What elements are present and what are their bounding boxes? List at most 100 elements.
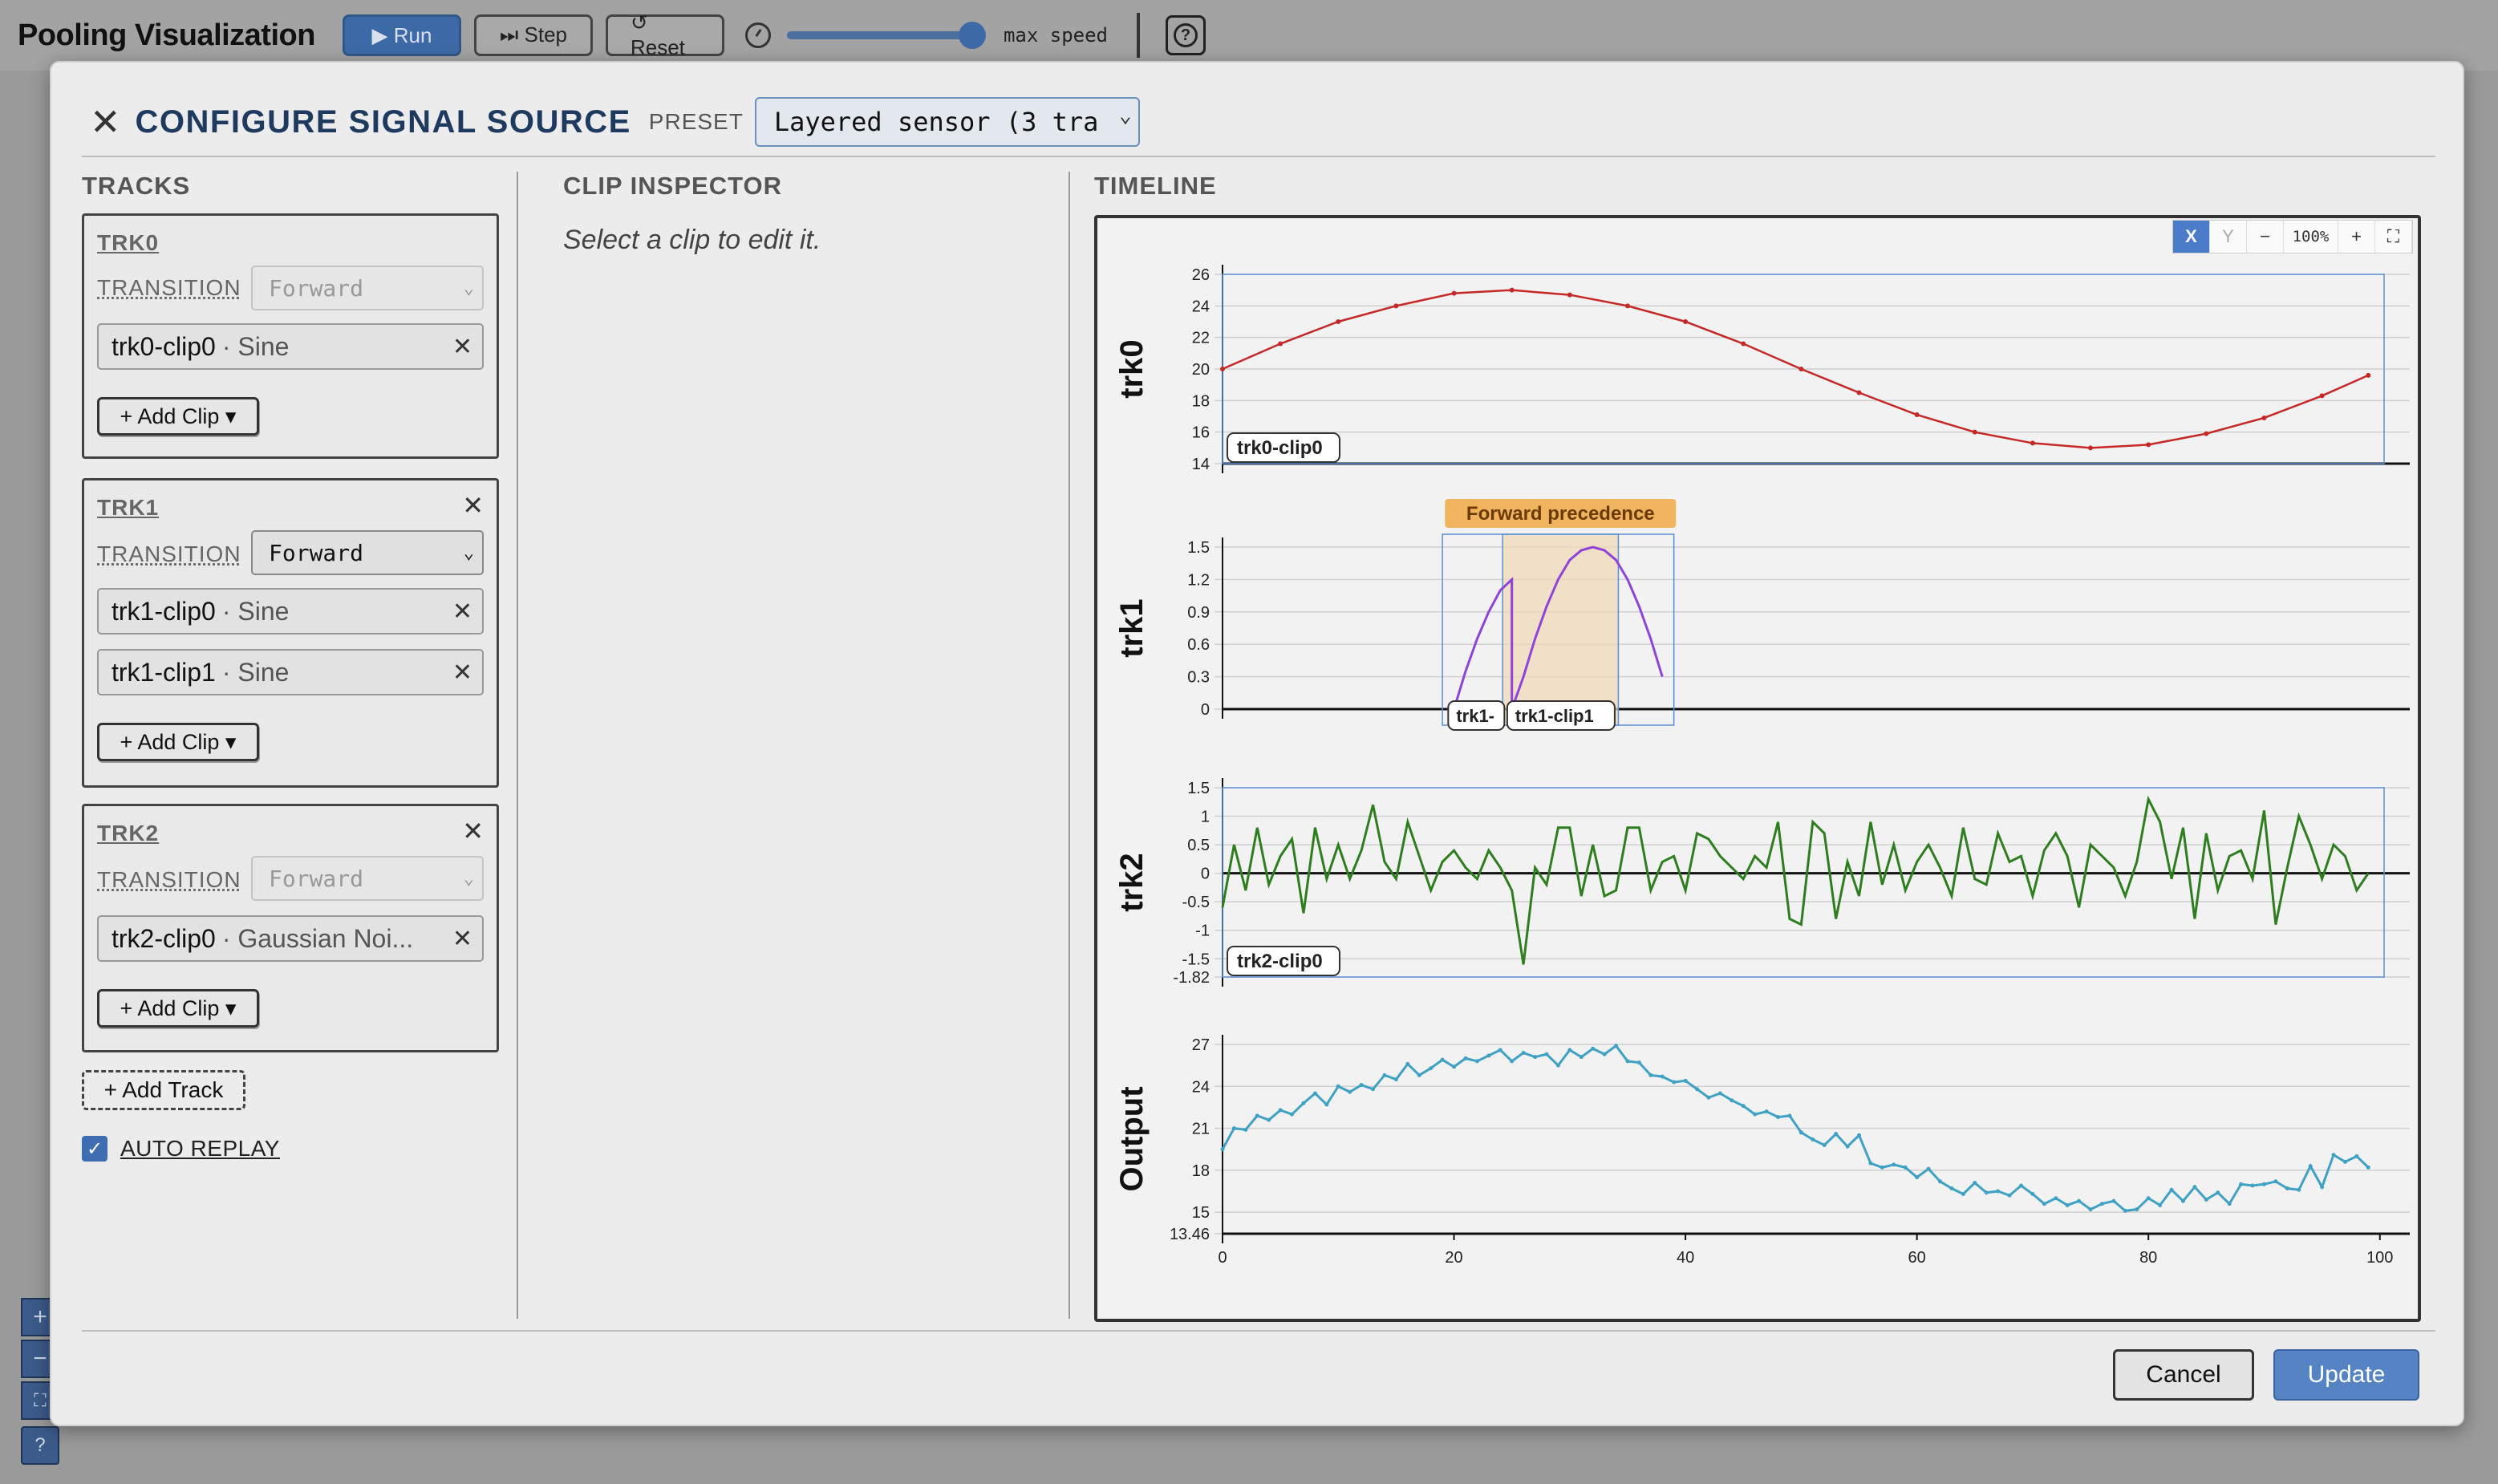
data-point xyxy=(2239,1182,2244,1186)
clip-item[interactable]: trk0-clip0 · Sine ✕ xyxy=(97,323,484,370)
timeline-toolbar: X Y − 100% + ⛶ xyxy=(2172,220,2413,253)
data-point xyxy=(1776,1115,1781,1120)
data-point xyxy=(1231,1126,1236,1131)
data-point xyxy=(1243,1127,1248,1132)
data-point xyxy=(2180,1198,2185,1203)
y-tick-label: 1.5 xyxy=(1187,539,1210,557)
data-point xyxy=(2216,1190,2220,1195)
data-point xyxy=(1672,1080,1677,1085)
auto-replay-toggle[interactable]: ✓ AUTO REPLAY xyxy=(82,1136,280,1162)
data-point xyxy=(1625,1059,1630,1064)
speed-slider[interactable] xyxy=(786,22,986,49)
remove-clip-icon[interactable]: ✕ xyxy=(452,598,472,626)
data-point xyxy=(1579,1055,1584,1060)
y-tick-label: 24 xyxy=(1192,1078,1210,1096)
clip-item[interactable]: trk1-clip0 · Sine ✕ xyxy=(97,588,484,635)
data-point xyxy=(1787,1113,1792,1118)
data-point xyxy=(1764,1109,1769,1114)
data-point xyxy=(1706,1095,1711,1100)
data-point xyxy=(1938,1179,1943,1184)
data-point xyxy=(1834,1132,1839,1137)
y-tick-label: 26 xyxy=(1192,266,1210,284)
data-point xyxy=(2007,1193,2012,1198)
data-point xyxy=(1440,1057,1445,1062)
remove-track-icon[interactable]: ✕ xyxy=(462,816,484,846)
transition-label: TRANSITION xyxy=(97,275,241,300)
data-point xyxy=(2319,393,2325,399)
add-track-button[interactable]: + Add Track xyxy=(82,1070,245,1110)
remove-track-icon[interactable]: ✕ xyxy=(462,490,484,521)
data-point xyxy=(1683,319,1689,324)
transition-select: Forward ⌄ xyxy=(251,266,484,310)
y-tick-label: 16 xyxy=(1192,424,1210,442)
cancel-button[interactable]: Cancel xyxy=(2113,1349,2254,1401)
data-point xyxy=(2285,1186,2289,1191)
y-axis-mode-button[interactable]: Y xyxy=(2210,221,2247,253)
help-button[interactable]: ? xyxy=(1166,15,1206,55)
timeline-chart[interactable]: 14 16 18 20 22 24 26 trk0 trk0-clip0 0 0.3 0.6 0.9 1.… xyxy=(1097,218,2418,1319)
data-point xyxy=(1417,1072,1421,1077)
remove-clip-icon[interactable]: ✕ xyxy=(452,659,472,687)
speed-slider-knob[interactable] xyxy=(958,22,986,49)
add-clip-button[interactable]: + Add Clip ▾ xyxy=(97,723,259,761)
y-tick-label: 1.5 xyxy=(1187,780,1210,797)
chevron-down-icon: ⌄ xyxy=(463,868,474,889)
x-axis-mode-button[interactable]: X xyxy=(2173,221,2210,253)
track-card-trk0: TRK0 TRANSITION Forward ⌄ trk0-clip0 · Sin… xyxy=(82,213,499,459)
fit-screen-icon[interactable]: ⛶ xyxy=(2375,221,2412,253)
dialog-header: ✕ CONFIGURE SIGNAL SOURCE PRESET Layered… xyxy=(90,90,1140,154)
add-clip-button[interactable]: + Add Clip ▾ xyxy=(97,989,259,1028)
app-title: Pooling Visualization xyxy=(18,18,315,52)
dialog-title: CONFIGURE SIGNAL SOURCE xyxy=(135,103,631,140)
chevron-down-icon: ⌄ xyxy=(463,278,474,298)
help-icon[interactable]: ? xyxy=(21,1426,59,1465)
y-tick-label: 0.9 xyxy=(1187,604,1210,622)
signal-source-dialog: ✕ CONFIGURE SIGNAL SOURCE PRESET Layered… xyxy=(50,61,2464,1426)
step-button[interactable]: ⏭ Step xyxy=(473,14,593,56)
data-point xyxy=(1474,1059,1479,1064)
data-point xyxy=(1382,1072,1387,1077)
y-tick-label: 1 xyxy=(1201,809,1210,826)
data-point xyxy=(1798,367,1804,371)
add-clip-button[interactable]: + Add Clip ▾ xyxy=(97,397,259,436)
y-tick-label: -1 xyxy=(1195,922,1210,940)
data-point xyxy=(2320,1185,2325,1190)
y-tick-label: 0.6 xyxy=(1187,636,1210,654)
data-point xyxy=(1717,1091,1722,1096)
data-point xyxy=(2018,1183,2023,1188)
clip-item[interactable]: trk2-clip0 · Gaussian Noi... ✕ xyxy=(97,915,484,962)
data-point xyxy=(2135,1207,2139,1212)
data-point xyxy=(1336,1084,1340,1089)
y-axis-label: trk2 xyxy=(1114,853,1150,911)
transition-select[interactable]: Forward ⌄ xyxy=(251,530,484,575)
clip-name: trk1-clip0 xyxy=(112,596,216,626)
y-tick-label: 0 xyxy=(1201,701,1210,719)
remove-clip-icon[interactable]: ✕ xyxy=(452,925,472,953)
reset-button[interactable]: ↺ Reset xyxy=(605,10,724,59)
checkbox-checked-icon[interactable]: ✓ xyxy=(82,1136,107,1162)
data-point xyxy=(1915,1175,1920,1180)
header-divider xyxy=(82,156,2435,157)
data-point xyxy=(2366,1165,2370,1170)
data-point xyxy=(1486,1053,1491,1058)
data-point xyxy=(1463,1056,1468,1060)
remove-clip-icon[interactable]: ✕ xyxy=(452,333,472,361)
clip-item[interactable]: trk1-clip1 · Sine ✕ xyxy=(97,649,484,695)
y-axis-label: Output xyxy=(1114,1086,1150,1191)
data-point xyxy=(1624,303,1630,309)
y-axis-label: trk0 xyxy=(1114,339,1150,398)
data-point xyxy=(1371,1087,1376,1092)
update-button[interactable]: Update xyxy=(2273,1349,2419,1401)
run-button[interactable]: ▶ Run xyxy=(342,14,461,56)
y-tick-label: 18 xyxy=(1192,392,1210,410)
data-point xyxy=(1521,1050,1526,1055)
zoom-out-button[interactable]: − xyxy=(2247,221,2284,253)
track-name: TRK1 xyxy=(97,495,160,520)
preset-select[interactable]: Layered sensor (3 tra ⌄ xyxy=(754,97,1140,147)
transition-label: TRANSITION xyxy=(97,541,241,566)
close-icon[interactable]: ✕ xyxy=(90,103,121,140)
data-point xyxy=(2331,1153,2336,1158)
zoom-in-button[interactable]: + xyxy=(2338,221,2375,253)
data-point xyxy=(2158,1202,2163,1207)
data-point xyxy=(1509,287,1515,293)
